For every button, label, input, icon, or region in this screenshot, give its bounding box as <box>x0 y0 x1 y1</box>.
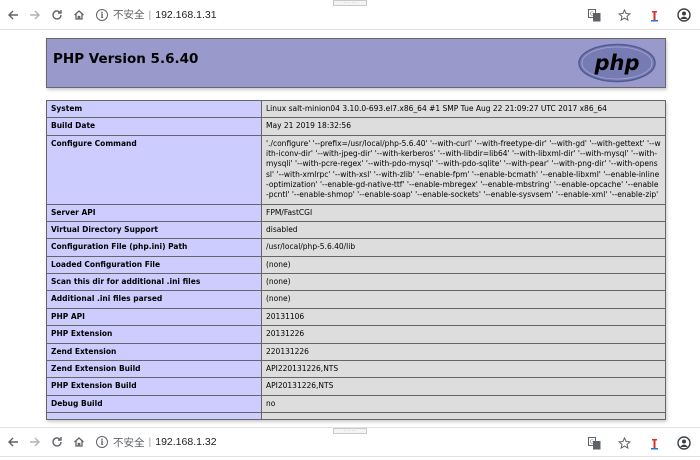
row-value: (none) <box>261 255 666 275</box>
address-bar[interactable]: i 不安全 | 192.168.1.31 <box>96 4 217 26</box>
url-separator: | <box>148 436 152 448</box>
translate-icon[interactable]: G <box>586 7 602 23</box>
row-value: './configure' '--prefix=/usr/local/php-5… <box>261 134 666 205</box>
table-row: Zend Extension Build API220131226,NTS <box>46 359 666 379</box>
svg-text:php: php <box>593 51 639 75</box>
row-value: (none) <box>261 290 666 309</box>
php-version-header: PHP Version 5.6.40 php <box>46 38 666 88</box>
row-key: Scan this dir for additional .ini files <box>46 273 262 292</box>
row-value: API20131226,NTS <box>261 377 666 396</box>
profile-icon[interactable] <box>676 7 692 23</box>
star-icon[interactable] <box>616 435 632 451</box>
row-key: PHP API <box>46 307 262 327</box>
toolbar-actions: G <box>572 0 692 30</box>
row-key: Debug Build <box>46 394 262 413</box>
phpinfo-table: System Linux salt-minion04 3.10.0-693.el7… <box>46 99 666 420</box>
table-row: Configure Command './configure' '--prefix… <box>46 134 666 205</box>
url-text[interactable]: 192.168.1.31 <box>155 9 216 21</box>
forward-arrow-icon[interactable] <box>26 6 44 24</box>
table-row: Configuration File (php.ini) Path/usr/lo… <box>46 238 666 257</box>
table-row: Loaded Configuration File (none) <box>46 255 666 275</box>
window-grip[interactable]: ····· <box>333 0 367 6</box>
table-row: Debug Build no <box>46 394 666 413</box>
php-logo[interactable]: php <box>577 43 657 83</box>
row-value: API220131226,NTS <box>261 359 666 379</box>
translate-icon[interactable]: G <box>586 435 602 451</box>
page-title: PHP Version 5.6.40 <box>53 51 199 67</box>
back-arrow-icon[interactable] <box>4 433 22 451</box>
url-separator: | <box>148 8 152 21</box>
row-key: Build Date <box>46 117 262 136</box>
row-key: Additional .ini files parsed <box>46 290 262 309</box>
row-key: PHP Extension <box>46 325 262 344</box>
row-key: System <box>46 99 262 119</box>
table-row: Server API FPM/FastCGI <box>46 203 666 223</box>
table-row: Scan this dir for additional .ini files(… <box>46 273 666 292</box>
back-arrow-icon[interactable] <box>4 6 22 24</box>
row-value: 220131226 <box>261 342 666 361</box>
profile-icon[interactable] <box>676 435 692 451</box>
extension-icon[interactable] <box>646 7 662 23</box>
window-grip[interactable]: ····· <box>333 428 367 434</box>
row-value: Linux salt-minion04 3.10.0-693.el7.x86_6… <box>261 99 666 119</box>
row-key: Loaded Configuration File <box>46 255 262 275</box>
url-text[interactable]: 192.168.1.32 <box>155 436 216 448</box>
row-value: May 21 2019 18:32:56 <box>261 117 666 136</box>
browser-toolbar-top: ····· i 不安全 | 192.168.1.31 G <box>0 0 700 30</box>
table-row: Virtual Directory Support disabled <box>46 221 666 240</box>
row-key: Configure Command <box>46 134 262 205</box>
browser-toolbar-bottom: ····· i 不安全 | 192.168.1.32 G <box>0 427 700 457</box>
row-key: Server API <box>46 203 262 223</box>
table-row: PHP Extension Build API20131226,NTS <box>46 377 666 396</box>
row-value <box>261 411 666 420</box>
row-key: Zend Extension <box>46 342 262 361</box>
row-key: PHP Extension Build <box>46 377 262 396</box>
table-row: PHP API 20131106 <box>46 307 666 327</box>
table-row: Build Date May 21 2019 18:32:56 <box>46 117 666 136</box>
svg-text:G: G <box>590 11 594 17</box>
extension-icon[interactable] <box>646 435 662 451</box>
table-row: PHP Extension 20131226 <box>46 325 666 344</box>
info-icon[interactable]: i <box>96 8 108 21</box>
table-row: Additional .ini files parsed (none) <box>46 290 666 309</box>
star-icon[interactable] <box>616 7 632 23</box>
row-value: 20131226 <box>261 325 666 344</box>
table-row <box>46 411 666 420</box>
reload-icon[interactable] <box>48 433 66 451</box>
home-icon[interactable] <box>70 433 88 451</box>
row-value: (none) <box>261 273 666 292</box>
row-value: FPM/FastCGI <box>261 203 666 223</box>
home-icon[interactable] <box>70 6 88 24</box>
info-icon[interactable]: i <box>96 436 108 448</box>
row-key: Configuration File (php.ini) Path <box>46 238 262 257</box>
row-value: disabled <box>261 221 666 240</box>
row-value: no <box>261 394 666 413</box>
row-value: 20131106 <box>261 307 666 327</box>
svg-text:G: G <box>590 439 594 445</box>
table-row: Zend Extension 220131226 <box>46 342 666 361</box>
row-key: Virtual Directory Support <box>46 221 262 240</box>
phpinfo-page: PHP Version 5.6.40 php System Linux salt-… <box>46 38 666 420</box>
security-label: 不安全 <box>113 436 145 449</box>
row-key <box>46 411 262 420</box>
security-label: 不安全 <box>113 9 145 21</box>
address-bar[interactable]: i 不安全 | 192.168.1.32 <box>96 431 217 453</box>
table-row: System Linux salt-minion04 3.10.0-693.el7… <box>46 99 666 119</box>
forward-arrow-icon[interactable] <box>26 433 44 451</box>
row-value: /usr/local/php-5.6.40/lib <box>261 238 666 257</box>
row-key: Zend Extension Build <box>46 359 262 379</box>
toolbar-actions: G <box>572 428 692 458</box>
reload-icon[interactable] <box>48 6 66 24</box>
